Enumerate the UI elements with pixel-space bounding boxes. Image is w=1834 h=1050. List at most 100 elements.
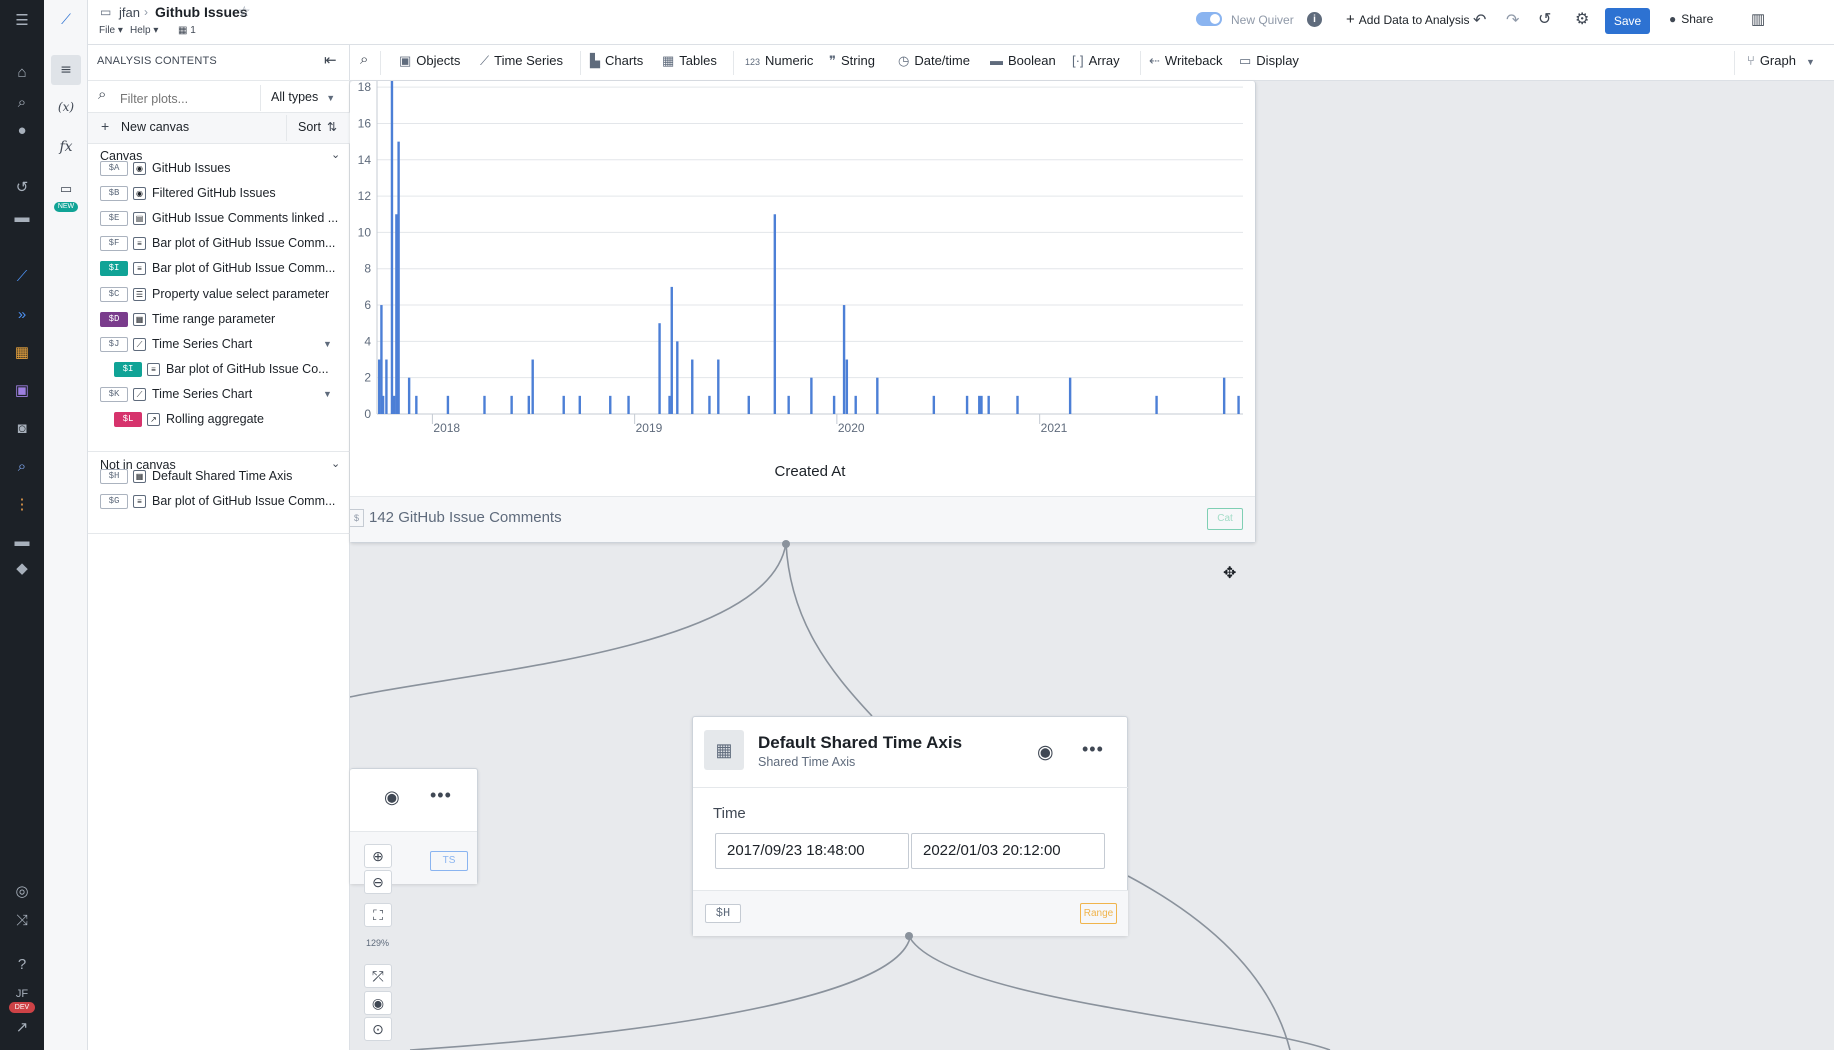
breadcrumb-user[interactable]: jfan xyxy=(119,5,140,20)
chevron-down-icon[interactable]: ▼ xyxy=(323,382,332,407)
add-data-button[interactable]: + Add Data to Analysis xyxy=(1346,11,1470,28)
toolbar-datetime[interactable]: ◷ Date/time xyxy=(898,53,970,69)
toolbar-numeric[interactable]: 123 Numeric xyxy=(745,53,813,68)
card-title[interactable]: Default Shared Time Axis xyxy=(758,733,962,753)
target-icon[interactable]: ⊙ xyxy=(364,1017,392,1041)
sidebar-item[interactable]: $H ▦ Default Shared Time Axis xyxy=(88,464,350,489)
bar-plot-card[interactable]: 0 2 4 6 8 10 12 14 16 18 2018 2019 2020 2021 Created A… xyxy=(350,81,1256,543)
eye-icon[interactable]: ◉ xyxy=(384,787,400,808)
clock-icon: ◷ xyxy=(898,53,910,68)
right-panel-icon[interactable]: ▥ xyxy=(1751,10,1765,28)
ontology-icon[interactable]: ⋮ xyxy=(12,495,32,515)
bar xyxy=(578,395,581,414)
sidebar-item[interactable]: $L ↗ Rolling aggregate xyxy=(88,407,350,432)
history-icon[interactable]: ↺ xyxy=(1538,9,1551,29)
info-icon[interactable]: i xyxy=(1307,12,1322,27)
graph-view-select[interactable]: ⑂ Graph ▼ xyxy=(1747,53,1815,68)
cube-icon[interactable]: ◆ xyxy=(12,559,32,579)
settings-gear-icon[interactable]: ⚙ xyxy=(1575,9,1589,29)
toolbar-array[interactable]: [·] Array xyxy=(1072,53,1120,68)
output-port[interactable] xyxy=(905,932,913,940)
more-options-icon[interactable]: ••• xyxy=(430,785,452,806)
toolbar-string[interactable]: ❞ String xyxy=(829,53,875,69)
chevron-down-icon[interactable]: ▼ xyxy=(323,332,332,357)
object-set-icon: ◉ xyxy=(133,162,146,175)
explorer-icon[interactable]: ⌕ xyxy=(12,457,32,477)
sidebar-item[interactable]: $C ☰ Property value select parameter xyxy=(88,282,350,307)
folder-icon[interactable]: ▬ xyxy=(12,208,32,228)
object-set-icon: ◉ xyxy=(133,187,146,200)
user-initials[interactable]: JF xyxy=(10,988,34,1000)
filter-plots-input[interactable] xyxy=(120,88,260,110)
bar-chart[interactable]: 0 2 4 6 8 10 12 14 16 18 2018 2019 2020 2021 Created A… xyxy=(350,81,1256,491)
presentation-icon[interactable]: ▭ xyxy=(54,178,78,202)
sidebar-item-label: Bar plot of GitHub Issue Comm... xyxy=(152,236,336,250)
search-icon[interactable]: ⌕ xyxy=(360,51,368,68)
end-time-input[interactable]: 2022/01/03 20:12:00 xyxy=(911,833,1105,869)
zoom-in-icon[interactable]: ⊕ xyxy=(364,844,392,868)
menu-icon[interactable]: ☰ xyxy=(12,11,32,31)
auto-layout-icon[interactable]: ⤱ xyxy=(364,964,392,988)
sidebar-item[interactable]: $E ▤ GitHub Issue Comments linked ... xyxy=(88,206,350,231)
help-icon[interactable]: ? xyxy=(12,955,32,975)
history-icon[interactable]: ↺ xyxy=(12,178,32,198)
sidebar-item[interactable]: $I ≡ Bar plot of GitHub Issue Co... xyxy=(88,357,350,382)
collapse-panel-icon[interactable]: ⇤ xyxy=(324,51,337,69)
new-quiver-toggle[interactable] xyxy=(1196,12,1222,26)
expand-icon[interactable]: ↗ xyxy=(12,1018,32,1038)
variables-icon[interactable]: (x) xyxy=(54,95,78,119)
toolbar-charts[interactable]: ▙ Charts xyxy=(590,53,643,69)
globe-icon[interactable]: ◎ xyxy=(12,882,32,902)
file-menu[interactable]: File ▾ xyxy=(99,25,123,36)
save-button[interactable]: Save xyxy=(1605,8,1650,34)
favorite-star-icon[interactable]: ☆ xyxy=(238,3,251,20)
sort-button[interactable]: Sort ⇅ xyxy=(298,120,337,134)
redo-icon[interactable]: ↷ xyxy=(1506,10,1519,30)
sidebar-item[interactable]: $A ◉ GitHub Issues xyxy=(88,156,350,181)
bar xyxy=(395,214,398,414)
start-time-input[interactable]: 2017/09/23 18:48:00 xyxy=(715,833,909,869)
function-icon[interactable]: fx xyxy=(54,135,78,159)
types-select[interactable]: All types ▼ xyxy=(271,90,335,104)
toolbar-objects[interactable]: ▣ Objects xyxy=(399,53,460,69)
files-icon[interactable]: ▬ xyxy=(12,532,32,552)
search-icon[interactable]: ⌕ xyxy=(12,93,32,113)
pipeline-icon[interactable]: » xyxy=(12,305,32,325)
help-menu[interactable]: Help ▾ xyxy=(130,25,158,36)
bar xyxy=(527,395,531,414)
sidebar-item[interactable]: $J ⟋ Time Series Chart ▼ xyxy=(88,332,350,357)
contents-panel-icon[interactable]: ≡ xyxy=(51,55,81,85)
sidebar-item[interactable]: $D ▦ Time range parameter xyxy=(88,307,350,332)
home-icon[interactable]: ⌂ xyxy=(12,63,32,83)
new-canvas-button[interactable]: New canvas xyxy=(121,120,189,134)
eye-icon[interactable]: ◉ xyxy=(1037,741,1054,764)
sidebar-item[interactable]: $B ◉ Filtered GitHub Issues xyxy=(88,181,350,206)
bar xyxy=(562,395,565,414)
fit-to-screen-icon[interactable]: ⛶ xyxy=(364,903,392,927)
focus-icon[interactable]: ◉ xyxy=(364,991,392,1015)
toolbar-time-series[interactable]: ⟋ Time Series xyxy=(480,53,563,69)
sidebar-item[interactable]: $G ≡ Bar plot of GitHub Issue Comm... xyxy=(88,489,350,514)
sidebar-item[interactable]: $I ≡ Bar plot of GitHub Issue Comm... xyxy=(88,256,350,281)
shared-time-axis-card[interactable]: ▦ Default Shared Time Axis Shared Time A… xyxy=(692,716,1128,936)
toolbar-boolean[interactable]: ▬ Boolean xyxy=(990,53,1056,68)
share-button[interactable]: ● Share xyxy=(1669,12,1713,26)
collaborators-count[interactable]: ▦ 1 xyxy=(178,25,196,36)
sidebar-item[interactable]: $F ≡ Bar plot of GitHub Issue Comm... xyxy=(88,231,350,256)
toolbar-writeback[interactable]: ⇠ Writeback xyxy=(1149,53,1222,69)
zoom-out-icon[interactable]: ⊖ xyxy=(364,870,392,894)
slate-icon[interactable]: ▣ xyxy=(12,381,32,401)
notifications-icon[interactable]: ● xyxy=(12,121,32,141)
camera-icon[interactable]: ◙ xyxy=(12,419,32,439)
toolbar-display[interactable]: ▭ Display xyxy=(1239,53,1299,69)
shuffle-icon[interactable]: ⤨ xyxy=(12,911,32,931)
card-subtitle: Shared Time Axis xyxy=(758,755,856,769)
output-port[interactable] xyxy=(782,540,790,548)
quiver-app-icon[interactable]: ⟋ xyxy=(12,267,32,287)
analysis-title[interactable]: Github Issues xyxy=(155,4,248,20)
more-options-icon[interactable]: ••• xyxy=(1082,739,1104,760)
workshop-icon[interactable]: ▦ xyxy=(12,343,32,363)
sidebar-item[interactable]: $K ⟋ Time Series Chart ▼ xyxy=(88,382,350,407)
toolbar-tables[interactable]: ▦ Tables xyxy=(662,53,717,69)
undo-icon[interactable]: ↶ xyxy=(1473,10,1486,30)
